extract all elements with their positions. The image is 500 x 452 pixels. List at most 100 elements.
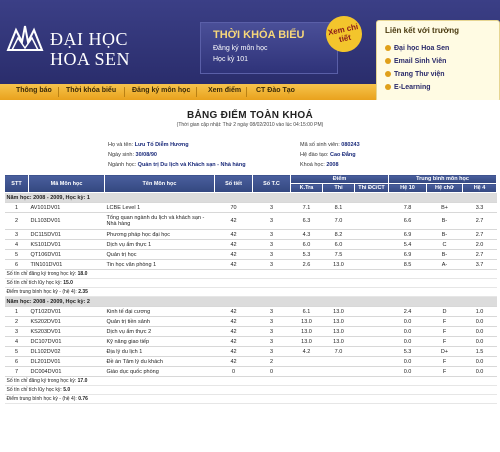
table-cell: 2.7 — [462, 229, 497, 240]
link-email[interactable]: Email Sinh Viên — [385, 58, 446, 65]
timetable-promo[interactable]: THỜI KHÓA BIỂU Đăng ký môn học Học kỳ 10… — [200, 22, 338, 74]
table-cell: Quản trị học — [104, 249, 215, 260]
university-logo-text[interactable]: ĐẠI HỌC HOA SEN — [50, 29, 130, 69]
nav-announcements[interactable]: Thông báo — [16, 87, 52, 94]
summary-label: Số tín chỉ đăng ký trong học kỳ: — [6, 378, 77, 384]
table-row: 4 KS101DV01 Dịch vụ ẩm thực 1 42 3 6.0 6.0 5.4 C… — [4, 239, 497, 250]
table-cell: KS203DV01 — [28, 326, 105, 337]
table-cell: DC004DV01 — [28, 366, 105, 377]
table-cell: 3 — [252, 346, 291, 357]
table-cell: D — [426, 306, 463, 317]
student-name: Họ và tên: Lưu Tố Diễm Hương — [108, 142, 189, 148]
table-cell: DL201DV01 — [28, 356, 105, 367]
table-cell: F — [426, 316, 463, 327]
table-cell: B- — [426, 229, 463, 240]
links-box-title: Liên kết với trường — [385, 26, 460, 35]
promo-line-2: Học kỳ 101 — [213, 56, 249, 63]
col-thi-dc: Thi ĐC/CT — [353, 183, 390, 193]
table-cell: F — [426, 366, 463, 377]
table-row: 5 QT106DV01 Quản trị học 42 3 5.3 7.5 6.9 B- 2.7 — [4, 249, 497, 260]
table-cell: 6 — [4, 356, 29, 367]
table-row: 2 DL103DV01 Tổng quan ngành du lịch và khá… — [4, 212, 497, 230]
student-dob: Ngày sinh: 30/08/90 — [108, 152, 157, 158]
main-nav: Thông báo Thời khóa biểu Đăng ký môn học… — [0, 84, 376, 100]
table-cell: 2.7 — [462, 212, 497, 230]
table-cell: 8.1 — [322, 202, 355, 213]
summary-row: Số tín chỉ tích lũy học kỳ: 5.0 — [4, 385, 497, 395]
table-cell: 5.3 — [388, 346, 427, 357]
table-row: 7 DC004DV01 Giáo dục quốc phòng 0 0 0.0 F 0.0 — [4, 366, 497, 377]
link-library[interactable]: Trang Thư viện — [385, 71, 445, 78]
table-cell: DL103DV01 — [28, 212, 105, 230]
semester-label: Năm học: 2008 - 2009, Học kỳ: 2 — [4, 296, 497, 307]
summary-cell: Điểm trung bình học kỳ - (hệ 4): 0.76 — [4, 394, 497, 404]
nav-divider — [58, 87, 59, 97]
nav-view-grades[interactable]: Xem điểm — [208, 87, 241, 94]
summary-value: 17.0 — [77, 378, 88, 384]
col-stt: STT — [4, 174, 29, 193]
table-cell: 0.0 — [462, 366, 497, 377]
summary-value: 15.0 — [63, 280, 73, 286]
semester-label: Năm học: 2008 - 2009, Học kỳ: 1 — [4, 192, 497, 203]
table-cell: 42 — [214, 336, 253, 347]
table-cell: A- — [426, 259, 463, 270]
table-cell: 3 — [4, 229, 29, 240]
table-cell: 3 — [252, 202, 291, 213]
table-cell: 42 — [214, 326, 253, 337]
table-cell: 13.0 — [322, 336, 355, 347]
table-cell: Quản trị tiền sảnh — [104, 316, 215, 327]
table-header: STT Mã Môn học Tên Môn học Số tiết Số T.… — [4, 174, 498, 193]
table-row: 3 KS203DV01 Dịch vụ ẩm thực 2 42 3 13.0 13.0 0.… — [4, 326, 497, 337]
summary-value: 18.0 — [77, 271, 88, 277]
table-cell: Tin học văn phòng 1 — [104, 259, 215, 270]
table-cell: 3 — [252, 316, 291, 327]
table-cell: 6.0 — [322, 239, 355, 250]
table-cell — [354, 212, 389, 230]
table-cell: TIN101DV01 — [28, 259, 105, 270]
table-cell: Tổng quan ngành du lịch và khách sạn - N… — [104, 212, 215, 230]
table-cell: 42 — [214, 346, 253, 357]
nav-curriculum[interactable]: CT Đào Tạo — [256, 87, 295, 94]
table-cell: LCBE Level 1 — [104, 202, 215, 213]
table-cell: 13.0 — [322, 326, 355, 337]
table-cell: QT106DV01 — [28, 249, 105, 260]
lotus-logo-icon — [6, 25, 44, 51]
table-cell: KS101DV01 — [28, 239, 105, 250]
table-cell: 8.5 — [388, 259, 427, 270]
table-cell: 6.0 — [290, 239, 323, 250]
table-cell: Dịch vụ ẩm thực 1 — [104, 239, 215, 250]
link-hoa-sen[interactable]: Đại học Hoa Sen — [385, 45, 449, 52]
table-cell: 42 — [214, 259, 253, 270]
table-cell — [354, 346, 389, 357]
logo-line-2: HOA SEN — [50, 49, 131, 69]
table-cell: 6.9 — [388, 249, 427, 260]
table-cell: 6.6 — [388, 212, 427, 230]
table-cell: 2 — [252, 356, 291, 367]
nav-course-registration[interactable]: Đăng ký môn học — [132, 87, 190, 94]
table-cell: 3 — [252, 259, 291, 270]
student-id: Mã số sinh viên: 080243 — [300, 142, 360, 148]
table-cell: 4 — [4, 239, 29, 250]
bullet-icon — [385, 45, 391, 52]
table-cell: DC115DV01 — [28, 229, 105, 240]
table-cell: 3 — [252, 306, 291, 317]
summary-cell: Số tín chỉ tích lũy học kỳ: 15.0 — [4, 278, 497, 288]
summary-row: Điểm trung bình học kỳ - (hệ 4): 2.35 — [4, 287, 497, 297]
table-cell: 6.3 — [290, 212, 323, 230]
table-cell: 13.0 — [322, 306, 355, 317]
nav-divider — [196, 87, 197, 97]
table-cell — [354, 229, 389, 240]
promo-line-1: Đăng ký môn học — [213, 45, 268, 52]
table-cell: AV101DV01 — [28, 202, 105, 213]
link-elearning[interactable]: E-Learning — [385, 84, 431, 91]
table-cell: 2 — [4, 212, 29, 230]
table-cell: 42 — [214, 356, 253, 367]
table-cell: 7 — [4, 366, 29, 377]
table-cell: 3 — [4, 326, 29, 337]
table-cell: 5.4 — [388, 239, 427, 250]
summary-row: Số tín chỉ tích lũy học kỳ: 15.0 — [4, 278, 497, 288]
table-cell: 42 — [214, 249, 253, 260]
nav-timetable[interactable]: Thời khóa biểu — [66, 87, 116, 94]
table-cell: 1.0 — [462, 306, 497, 317]
table-cell: 42 — [214, 229, 253, 240]
